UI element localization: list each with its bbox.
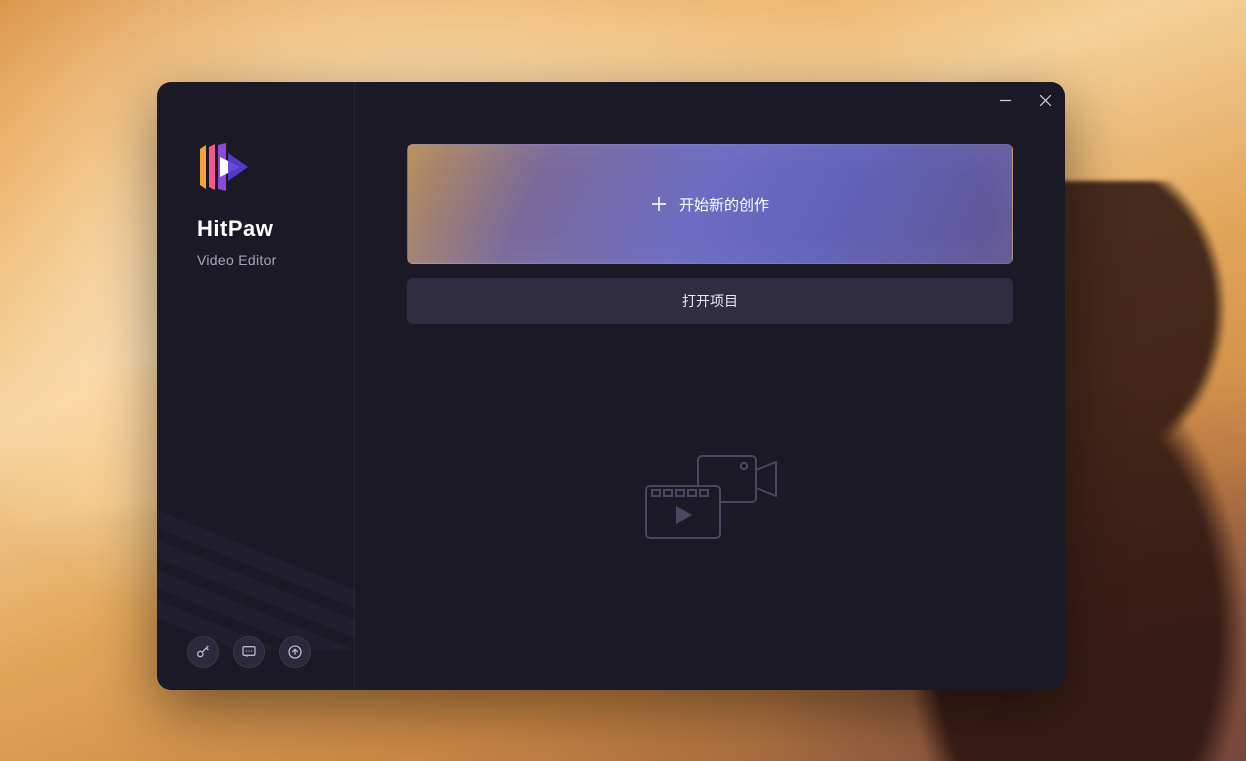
empty-state-illustration <box>640 452 780 544</box>
plus-icon <box>651 196 667 212</box>
feedback-icon <box>241 644 257 660</box>
update-icon <box>287 644 303 660</box>
open-project-button[interactable]: 打开项目 <box>407 278 1013 324</box>
main-panel: 开始新的创作 打开项目 <box>355 82 1065 690</box>
close-icon <box>1040 95 1051 106</box>
app-title: HitPaw <box>157 216 354 242</box>
minimize-button[interactable] <box>985 82 1025 118</box>
sidebar-decoration <box>157 470 355 650</box>
close-button[interactable] <box>1025 82 1065 118</box>
video-clip-icon <box>640 452 780 544</box>
sidebar: HitPaw Video Editor <box>157 82 355 690</box>
minimize-icon <box>1000 95 1011 106</box>
app-window: HitPaw Video Editor <box>157 82 1065 690</box>
new-project-label: 开始新的创作 <box>679 194 769 215</box>
app-logo <box>157 140 354 194</box>
open-project-label: 打开项目 <box>682 291 738 311</box>
new-project-button[interactable]: 开始新的创作 <box>407 144 1013 264</box>
app-subtitle: Video Editor <box>157 252 354 268</box>
activate-key-button[interactable] <box>187 636 219 668</box>
update-button[interactable] <box>279 636 311 668</box>
window-controls <box>985 82 1065 118</box>
feedback-button[interactable] <box>233 636 265 668</box>
desktop-wallpaper: HitPaw Video Editor <box>0 0 1246 761</box>
hitpaw-logo-icon <box>197 140 251 194</box>
sidebar-bottom-actions <box>187 636 311 668</box>
key-icon <box>195 644 211 660</box>
